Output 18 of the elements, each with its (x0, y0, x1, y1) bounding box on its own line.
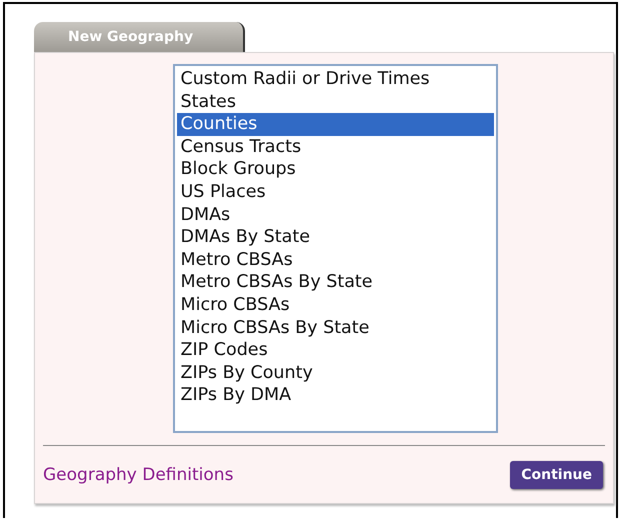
list-item[interactable]: Micro CBSAs (176, 294, 494, 317)
list-item[interactable]: DMAs (176, 204, 494, 226)
list-item[interactable]: US Places (176, 180, 494, 204)
list-item[interactable]: Metro CBSAs (176, 248, 494, 272)
list-item[interactable]: States (176, 90, 494, 114)
list-item[interactable]: ZIPs By DMA (176, 384, 494, 407)
list-item[interactable]: Metro CBSAs By State (176, 271, 494, 294)
list-item[interactable]: ZIP Codes (176, 339, 494, 362)
list-item[interactable]: DMAs By State (176, 226, 494, 249)
list-item[interactable]: ZIPs By County (176, 362, 494, 384)
list-item[interactable]: Custom Radii or Drive Times (176, 68, 494, 91)
list-item[interactable]: Counties (176, 113, 494, 136)
list-item[interactable]: Block Groups (176, 158, 494, 181)
continue-button[interactable]: Continue (510, 461, 603, 489)
definitions-link[interactable]: Geography Definitions (43, 465, 234, 485)
list-box[interactable] (172, 64, 498, 433)
list-item[interactable]: Census Tracts (176, 136, 494, 158)
list-item[interactable]: Micro CBSAs By State (176, 316, 494, 340)
